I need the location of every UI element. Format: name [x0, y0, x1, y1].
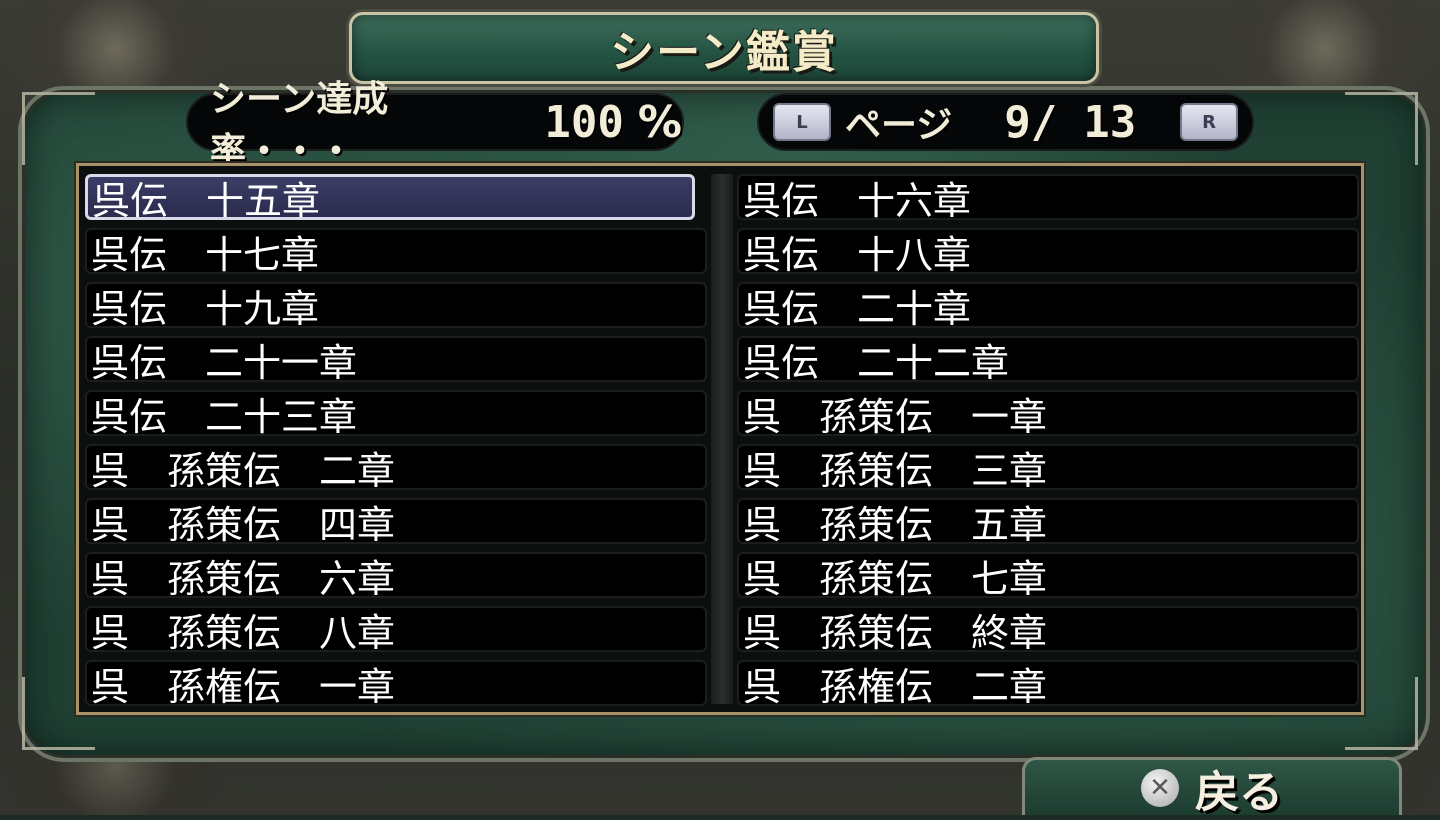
- completion-rate: シーン達成率・・・ 100 %: [186, 79, 684, 172]
- completion-label: シーン達成率・・・: [210, 79, 389, 172]
- scene-item[interactable]: 呉伝 十九章: [85, 282, 707, 328]
- pagination: L ページ 9/ 13 R: [757, 93, 1254, 151]
- scene-item[interactable]: 呉伝 二十一章: [85, 336, 707, 382]
- scene-item[interactable]: 呉 孫策伝 七章: [737, 552, 1359, 598]
- scene-item[interactable]: 呉 孫策伝 五章: [737, 498, 1359, 544]
- page-total: 13: [1083, 96, 1137, 148]
- scene-item[interactable]: 呉 孫権伝 二章: [737, 660, 1359, 706]
- scene-item[interactable]: 呉伝 十八章: [737, 228, 1359, 274]
- page-label: ページ: [845, 105, 953, 146]
- back-label: 戻る: [1195, 766, 1283, 818]
- column-divider: [711, 174, 733, 704]
- scene-item[interactable]: 呉 孫策伝 六章: [85, 552, 707, 598]
- scene-item[interactable]: 呉 孫策伝 終章: [737, 606, 1359, 652]
- scene-item[interactable]: 呉 孫権伝 一章: [85, 660, 707, 706]
- scene-column-left: 呉伝 十五章 呉伝 十七章 呉伝 十九章 呉伝 二十一章 呉伝 二十三章 呉 孫…: [85, 174, 707, 714]
- completion-value: 100: [544, 96, 624, 148]
- r-button-icon[interactable]: R: [1180, 103, 1238, 141]
- scene-list: 呉伝 十五章 呉伝 十七章 呉伝 十九章 呉伝 二十一章 呉伝 二十三章 呉 孫…: [76, 163, 1364, 715]
- scene-item[interactable]: 呉 孫策伝 四章: [85, 498, 707, 544]
- corner-ornament: [22, 92, 95, 165]
- completion-unit: %: [637, 96, 682, 148]
- page-title: シーン鑑賞: [610, 27, 838, 78]
- scene-item[interactable]: 呉伝 二十三章: [85, 390, 707, 436]
- scene-item-selected[interactable]: 呉伝 十五章: [85, 174, 695, 220]
- back-button[interactable]: ✕ 戻る: [1022, 757, 1402, 818]
- scene-column-right: 呉伝 十六章 呉伝 十八章 呉伝 二十章 呉伝 二十二章 呉 孫策伝 一章 呉 …: [737, 174, 1359, 714]
- corner-ornament: [1345, 92, 1418, 165]
- page-current: 9/: [1004, 96, 1058, 148]
- scene-item[interactable]: 呉伝 十六章: [737, 174, 1359, 220]
- scene-item[interactable]: 呉伝 十七章: [85, 228, 707, 274]
- scene-item[interactable]: 呉伝 二十章: [737, 282, 1359, 328]
- scene-item[interactable]: 呉 孫策伝 八章: [85, 606, 707, 652]
- cross-button-icon: ✕: [1141, 768, 1179, 807]
- l-button-icon[interactable]: L: [773, 103, 831, 141]
- scene-item[interactable]: 呉伝 二十二章: [737, 336, 1359, 382]
- scene-item[interactable]: 呉 孫策伝 二章: [85, 444, 707, 490]
- scene-item[interactable]: 呉 孫策伝 一章: [737, 390, 1359, 436]
- scene-item[interactable]: 呉 孫策伝 三章: [737, 444, 1359, 490]
